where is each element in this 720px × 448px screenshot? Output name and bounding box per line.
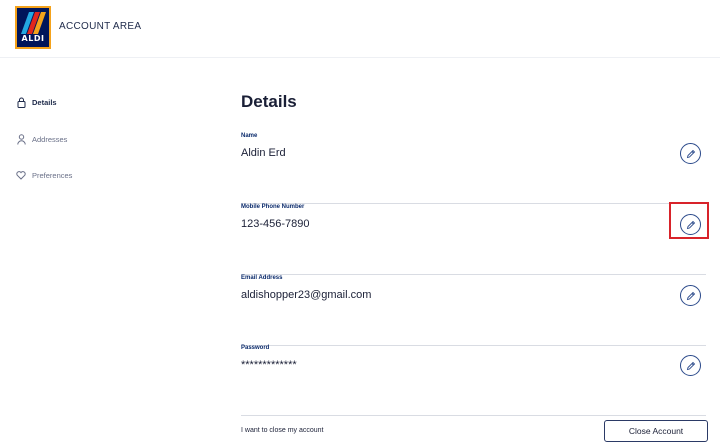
page-header-title: ACCOUNT AREA [59, 21, 142, 32]
edit-password-button[interactable] [680, 355, 701, 376]
field-label: Email Address [241, 275, 283, 281]
pencil-icon [686, 149, 695, 158]
sidebar-item-label: Details [32, 97, 57, 107]
field-value: Aldin Erd [241, 147, 286, 159]
sidebar: Details Addresses Preferences [0, 58, 200, 448]
close-account-button[interactable]: Close Account [604, 420, 708, 442]
close-account-text: I want to close my account [241, 427, 324, 434]
logo-text: ALDI [21, 34, 45, 43]
aldi-logo[interactable]: ALDI [15, 6, 51, 49]
email-field: Email Address aldishopper23@gmail.com [241, 275, 706, 346]
pencil-icon [686, 361, 695, 370]
header: ALDI ACCOUNT AREA [0, 0, 720, 58]
highlight-box [669, 202, 709, 239]
sidebar-item-label: Addresses [32, 134, 68, 144]
sidebar-item-preferences[interactable]: Preferences [16, 167, 72, 183]
edit-name-button[interactable] [680, 143, 701, 164]
field-value: aldishopper23@gmail.com [241, 289, 372, 301]
sidebar-item-label: Preferences [32, 170, 73, 180]
password-field: Password ************* [241, 345, 706, 416]
field-value: ************* [241, 359, 297, 371]
edit-email-button[interactable] [680, 285, 701, 306]
field-label: Name [241, 133, 258, 139]
phone-field: Mobile Phone Number 123-456-7890 [241, 204, 706, 275]
name-field: Name Aldin Erd [241, 133, 706, 204]
heart-icon [16, 169, 26, 181]
page-title: Details [241, 92, 297, 111]
field-value: 123-456-7890 [241, 218, 310, 230]
field-label: Password [241, 345, 270, 351]
field-label: Mobile Phone Number [241, 204, 305, 210]
user-icon [16, 133, 26, 145]
sidebar-item-details[interactable]: Details [16, 94, 57, 110]
sidebar-item-addresses[interactable]: Addresses [16, 131, 67, 147]
lock-icon [16, 96, 26, 108]
pencil-icon [686, 291, 695, 300]
